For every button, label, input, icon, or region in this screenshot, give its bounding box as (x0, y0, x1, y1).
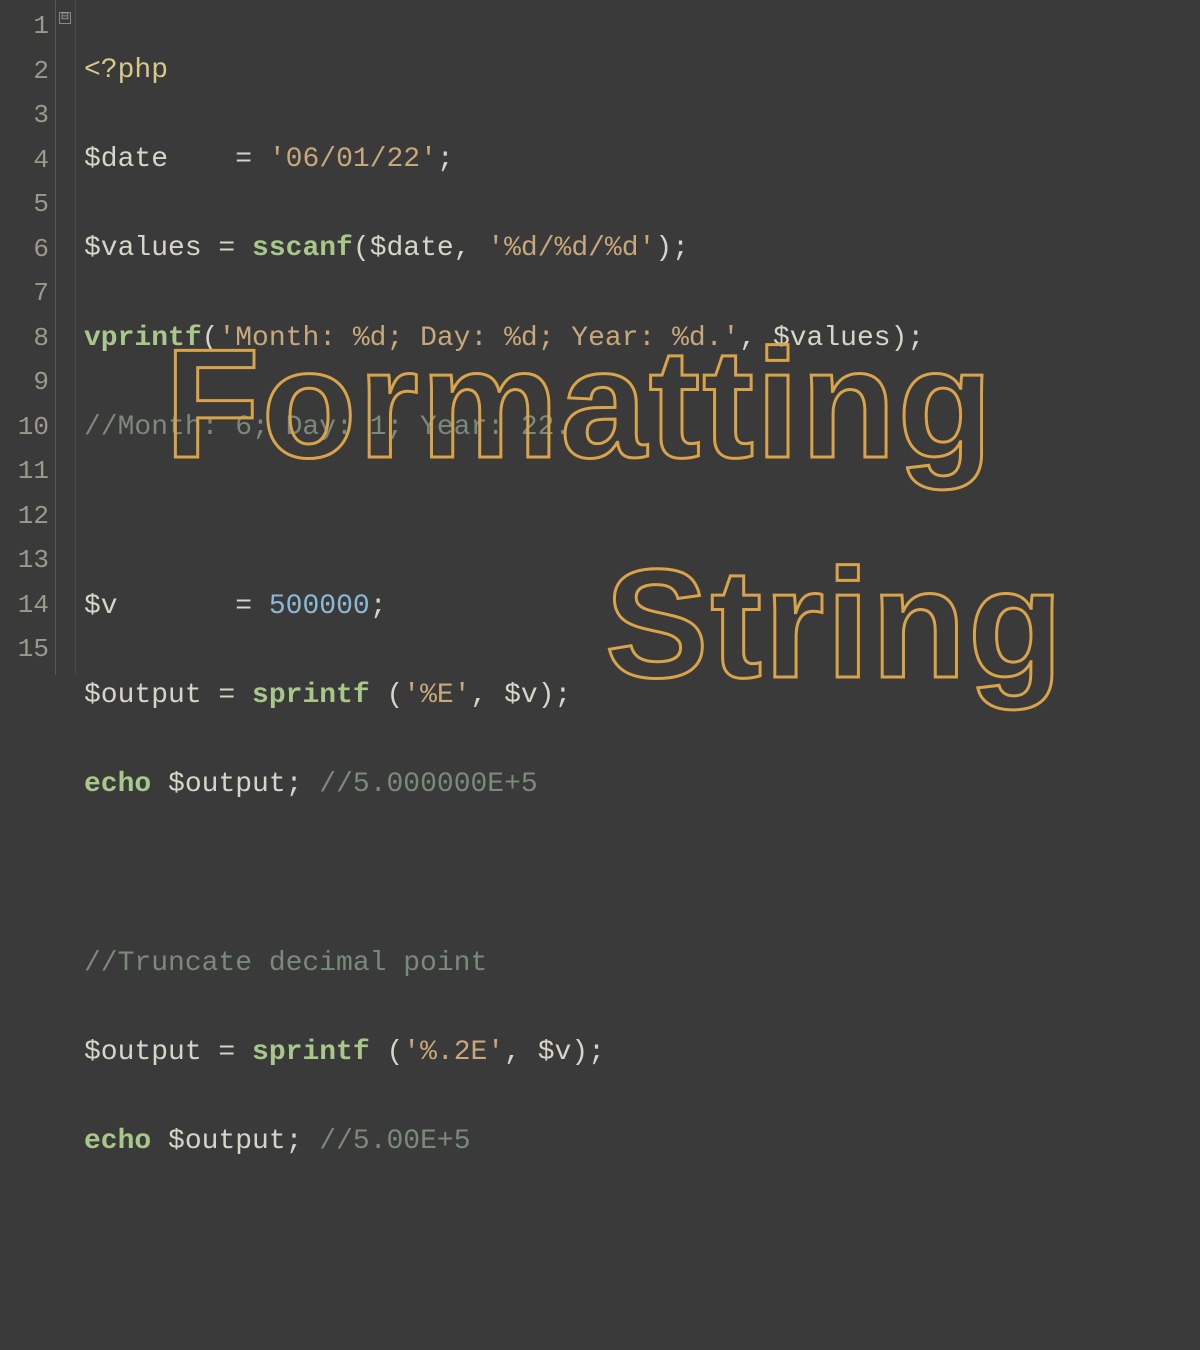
line-number: 15 (0, 627, 49, 672)
whitespace (302, 1126, 319, 1157)
paren-open: ( (353, 233, 370, 264)
function-call: sprintf (252, 1037, 370, 1068)
semicolon: ; (286, 1126, 303, 1157)
variable: $output (84, 1037, 202, 1068)
comma: , (739, 323, 773, 354)
operator: = (218, 591, 268, 622)
whitespace (151, 769, 168, 800)
keyword: echo (84, 769, 151, 800)
comment: //5.00E+5 (319, 1126, 470, 1157)
paren-close: ) (538, 680, 555, 711)
line-number: 8 (0, 316, 49, 361)
code-line (84, 1210, 1200, 1255)
comma: , (454, 233, 488, 264)
semicolon: ; (588, 1037, 605, 1068)
variable: $v (538, 1037, 572, 1068)
code-line: $v = 500000; (84, 585, 1200, 630)
variable: $v (504, 680, 538, 711)
semicolon: ; (555, 680, 572, 711)
function-call: vprintf (84, 323, 202, 354)
code-line: //Truncate decimal point (84, 942, 1200, 987)
semicolon: ; (672, 233, 689, 264)
line-number: 2 (0, 49, 49, 94)
code-line: vprintf('Month: %d; Day: %d; Year: %d.',… (84, 317, 1200, 362)
paren-open: ( (386, 1037, 403, 1068)
line-number: 7 (0, 271, 49, 316)
code-line (84, 495, 1200, 540)
comment: //5.000000E+5 (319, 769, 537, 800)
string-literal: '%E' (403, 680, 470, 711)
code-line: echo $output; //5.00E+5 (84, 1120, 1200, 1165)
string-literal: '%d/%d/%d' (487, 233, 655, 264)
function-call: sscanf (252, 233, 353, 264)
string-literal: 'Month: %d; Day: %d; Year: %d.' (218, 323, 739, 354)
line-number: 11 (0, 449, 49, 494)
paren-close: ) (571, 1037, 588, 1068)
line-number: 1 (0, 4, 49, 49)
operator: = (202, 1037, 252, 1068)
code-line: $values = sscanf($date, '%d/%d/%d'); (84, 227, 1200, 272)
semicolon: ; (437, 144, 454, 175)
comment: //Month: 6; Day: 1; Year: 22. (84, 412, 571, 443)
semicolon: ; (286, 769, 303, 800)
line-number: 5 (0, 182, 49, 227)
variable: $values (84, 233, 202, 264)
operator: = (218, 144, 268, 175)
paren-open: ( (386, 680, 403, 711)
variable: $date (84, 144, 168, 175)
code-line: $date = '06/01/22'; (84, 138, 1200, 183)
variable: $output (168, 1126, 286, 1157)
variable: $values (773, 323, 891, 354)
comma: , (471, 680, 505, 711)
code-line (84, 1299, 1200, 1344)
line-number: 6 (0, 227, 49, 272)
variable: $date (370, 233, 454, 264)
variable: $output (84, 680, 202, 711)
whitespace (302, 769, 319, 800)
fold-collapse-icon[interactable]: ⊟ (59, 12, 71, 24)
string-literal: '06/01/22' (269, 144, 437, 175)
whitespace (168, 144, 218, 175)
line-number: 14 (0, 583, 49, 628)
paren-close: ) (891, 323, 908, 354)
whitespace (151, 1126, 168, 1157)
code-line: <?php (84, 49, 1200, 94)
semicolon: ; (907, 323, 924, 354)
paren-close: ) (655, 233, 672, 264)
code-area[interactable]: <?php $date = '06/01/22'; $values = ssca… (76, 0, 1200, 675)
function-call: sprintf (252, 680, 370, 711)
semicolon: ; (370, 591, 387, 622)
code-line (84, 852, 1200, 897)
line-number: 12 (0, 494, 49, 539)
number-literal: 500000 (269, 591, 370, 622)
paren-open: ( (202, 323, 219, 354)
variable: $v (84, 591, 118, 622)
comment: //Truncate decimal point (84, 948, 487, 979)
whitespace (118, 591, 219, 622)
comma: , (504, 1037, 538, 1068)
line-number: 3 (0, 93, 49, 138)
line-number: 13 (0, 538, 49, 583)
code-line: $output = sprintf ('%.2E', $v); (84, 1031, 1200, 1076)
fold-column: ⊟ (56, 0, 76, 675)
string-literal: '%.2E' (403, 1037, 504, 1068)
whitespace (370, 1037, 387, 1068)
operator: = (202, 680, 252, 711)
keyword: echo (84, 1126, 151, 1157)
code-line: $output = sprintf ('%E', $v); (84, 674, 1200, 719)
code-editor[interactable]: 1 2 3 4 5 6 7 8 9 10 11 12 13 14 15 ⊟ <?… (0, 0, 1200, 675)
code-line: echo $output; //5.000000E+5 (84, 763, 1200, 808)
line-number: 10 (0, 405, 49, 450)
php-open-tag: <?php (84, 55, 168, 86)
line-number-gutter: 1 2 3 4 5 6 7 8 9 10 11 12 13 14 15 (0, 0, 56, 675)
operator: = (202, 233, 252, 264)
variable: $output (168, 769, 286, 800)
code-line: //Month: 6; Day: 1; Year: 22. (84, 406, 1200, 451)
line-number: 9 (0, 360, 49, 405)
whitespace (370, 680, 387, 711)
line-number: 4 (0, 138, 49, 183)
